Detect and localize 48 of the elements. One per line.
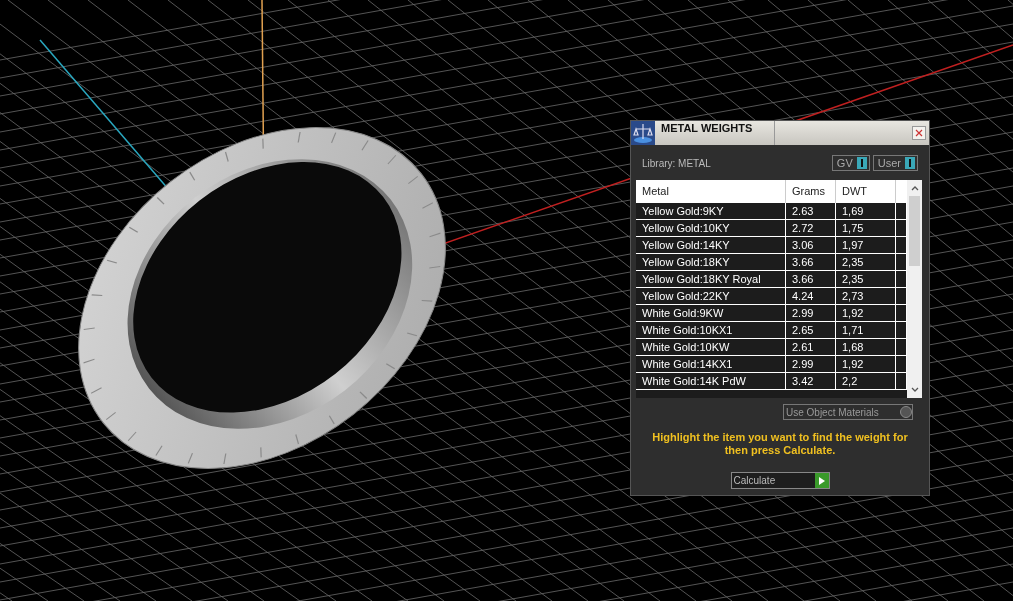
table-cell: 3.06 [786,237,836,253]
toggle-switch[interactable]: User [872,155,918,171]
table-cell: Yellow Gold:9KY [636,203,786,219]
table-cell: White Gold:10KW [636,339,786,355]
scroll-up-icon [910,186,919,191]
table-cell: 1,71 [836,322,896,338]
table-cell: 1,69 [836,203,896,219]
table-cell: 4.24 [786,288,836,304]
table-cell: 1,75 [836,220,896,236]
table-cell: Yellow Gold:14KY [636,237,786,253]
table-cell: 1,97 [836,237,896,253]
scale-icon [631,121,655,145]
close-icon [915,129,923,137]
table-cell: 2.99 [786,305,836,321]
table-cell: Yellow Gold:18KY Royal [636,271,786,287]
table-cell: Yellow Gold:22KY [636,288,786,304]
library-label: Library: METAL [642,156,711,171]
table-cell: 3.66 [786,271,836,287]
scroll-down-icon [910,387,919,392]
table-cell: 3.66 [786,254,836,270]
table-cell: 1,92 [836,356,896,372]
use-object-materials-toggle[interactable]: Use Object Materials [783,404,913,420]
table-cell: 1,68 [836,339,896,355]
table-cell: 2.61 [786,339,836,355]
toggle-switch[interactable]: GV [831,155,870,171]
table-cell: 2,73 [836,288,896,304]
table-cell: Yellow Gold:10KY [636,220,786,236]
window-title: METAL WEIGHTS [661,121,753,135]
play-icon [814,473,829,488]
table-cell: 2.63 [786,203,836,219]
table-cell: 2.65 [786,322,836,338]
table-cell: 2.99 [786,356,836,372]
calculate-button[interactable]: Calculate [730,472,830,489]
table-cell: White Gold:14K PdW [636,373,786,389]
table-cell: 2.72 [786,220,836,236]
table-cell: Yellow Gold:18KY [636,254,786,270]
table-cell: 2,35 [836,254,896,270]
table-cell: 2,2 [836,373,896,389]
table-cell: 2,35 [836,271,896,287]
instruction-text: Highlight the item you want to find the weight for then press Calculate. [651,431,909,457]
table-cell: 1,92 [836,305,896,321]
scrollbar-thumb[interactable] [909,196,920,266]
table-cell: White Gold:10KX1 [636,322,786,338]
scrollbar[interactable] [907,180,922,398]
close-button[interactable] [912,126,926,140]
table-cell: White Gold:9KW [636,305,786,321]
table-cell: 3.42 [786,373,836,389]
table-cell: White Gold:14KX1 [636,356,786,372]
